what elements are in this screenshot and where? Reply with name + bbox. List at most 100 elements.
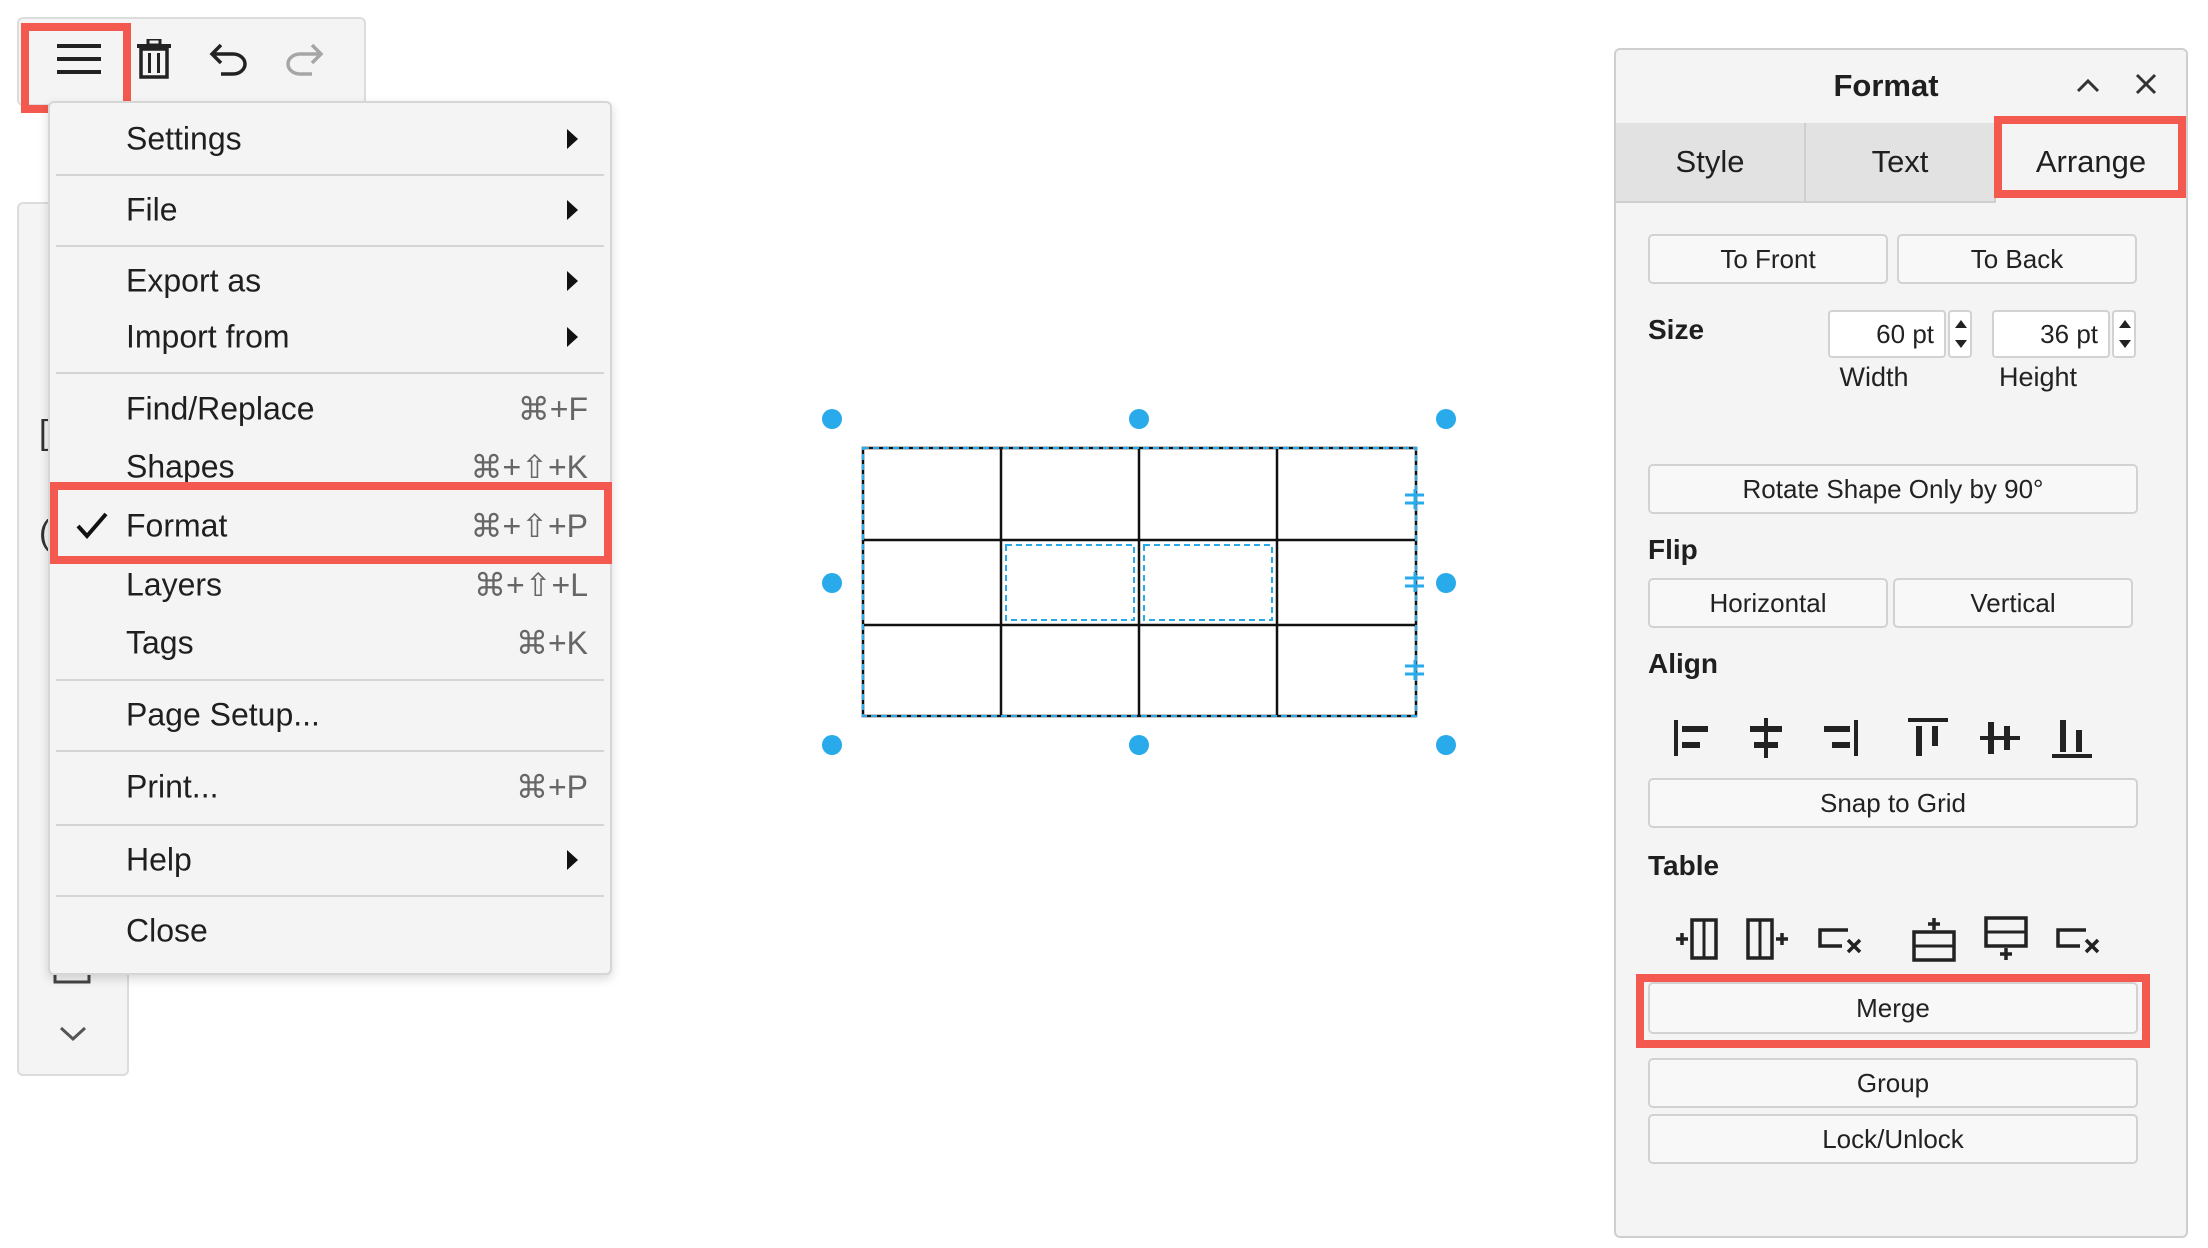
menu-item-shortcut: ⌘+⇧+K (470, 449, 588, 485)
menu-item-file[interactable]: File (50, 182, 610, 238)
redo-icon (286, 43, 324, 76)
undo-icon (209, 43, 247, 76)
chevron-down-icon[interactable] (59, 1024, 87, 1044)
menu-item-tags[interactable]: Tags ⌘+K (50, 615, 610, 671)
format-tabs: Style Text Arrange (1616, 123, 2186, 203)
size-label: Size (1648, 314, 1705, 345)
resize-handle[interactable] (1129, 409, 1149, 429)
button-label: To Front (1720, 243, 1816, 274)
align-right-icon[interactable] (1810, 710, 1866, 766)
align-middle-icon[interactable] (1972, 710, 2028, 766)
tab-arrange[interactable]: Arrange (1996, 123, 2186, 201)
height-label: Height (1998, 362, 2078, 392)
menu-item-label: Format (126, 507, 228, 544)
tab-style[interactable]: Style (1616, 123, 1806, 203)
align-top-icon[interactable] (1900, 710, 1956, 766)
flip-vertical-button[interactable]: Vertical (1893, 578, 2133, 628)
delete-column-icon[interactable] (1812, 912, 1868, 968)
width-label: Width (1839, 362, 1909, 392)
resize-handle[interactable] (1436, 409, 1456, 429)
table-shape[interactable] (860, 445, 1424, 723)
menu-item-shortcut: ⌘+K (515, 625, 588, 661)
submenu-arrow-icon (567, 327, 578, 347)
flip-label: Flip (1648, 534, 1698, 565)
close-icon[interactable] (2134, 72, 2158, 96)
button-label: Snap to Grid (1820, 787, 1966, 818)
resize-handle[interactable] (1436, 573, 1456, 593)
format-panel: Format Style Text Arrange To Front To Ba… (1614, 48, 2188, 1238)
insert-column-after-icon[interactable] (1740, 912, 1796, 968)
menu-item-label: Close (126, 912, 208, 949)
button-label: Lock/Unlock (1822, 1123, 1964, 1154)
delete-button[interactable] (124, 29, 184, 89)
button-label: Group (1856, 1067, 1930, 1098)
menu-item-label: Import from (126, 318, 290, 355)
button-label: Rotate Shape Only by 90° (1742, 473, 2044, 504)
menu-item-print[interactable]: Print... ⌘+P (50, 759, 610, 815)
menu-item-page-setup[interactable]: Page Setup... (50, 687, 610, 743)
menu-item-shapes[interactable]: Shapes ⌘+⇧+K (50, 439, 610, 495)
undo-button[interactable] (199, 29, 259, 89)
chevron-up-icon[interactable] (2076, 78, 2100, 94)
insert-row-before-icon[interactable] (1906, 912, 1962, 968)
resize-handle[interactable] (822, 573, 842, 593)
insert-row-after-icon[interactable] (1978, 912, 2034, 968)
width-input[interactable]: 60 pt (1828, 310, 1946, 358)
menu-item-label: Print... (126, 768, 219, 805)
menu-item-format[interactable]: Format ⌘+⇧+P (50, 498, 610, 554)
menu-item-label: Export as (126, 262, 262, 299)
menu-item-layers[interactable]: Layers ⌘+⇧+L (50, 557, 610, 613)
menu-separator (56, 824, 604, 826)
menu-separator (56, 750, 604, 752)
menu-item-label: Page Setup... (126, 696, 320, 733)
checkmark-icon (76, 512, 108, 540)
button-label: Horizontal (1709, 587, 1827, 618)
snap-to-grid-button[interactable]: Snap to Grid (1648, 778, 2138, 828)
height-stepper[interactable] (2112, 310, 2136, 358)
menu-item-shortcut: ⌘+P (515, 769, 588, 805)
align-center-icon[interactable] (1738, 710, 1794, 766)
button-label: Merge (1856, 992, 1930, 1023)
menu-item-find-replace[interactable]: Find/Replace ⌘+F (50, 381, 610, 437)
tab-text[interactable]: Text (1806, 123, 1996, 203)
merge-button[interactable]: Merge (1648, 982, 2138, 1034)
to-front-button[interactable]: To Front (1648, 234, 1888, 284)
menu-item-export-as[interactable]: Export as (50, 253, 610, 309)
to-back-button[interactable]: To Back (1897, 234, 2137, 284)
lock-unlock-button[interactable]: Lock/Unlock (1648, 1114, 2138, 1164)
delete-row-icon[interactable] (2050, 912, 2106, 968)
menu-item-settings[interactable]: Settings (50, 111, 610, 167)
align-label: Align (1648, 648, 1718, 679)
width-stepper[interactable] (1948, 310, 1972, 358)
resize-handle[interactable] (822, 735, 842, 755)
trash-icon (137, 39, 171, 79)
menu-item-close[interactable]: Close (50, 903, 610, 959)
menu-item-shortcut: ⌘+⇧+P (470, 508, 588, 544)
flip-horizontal-button[interactable]: Horizontal (1648, 578, 1888, 628)
insert-column-before-icon[interactable] (1668, 912, 1724, 968)
rotate-button[interactable]: Rotate Shape Only by 90° (1648, 464, 2138, 514)
menu-item-label: Help (126, 841, 192, 878)
menu-item-help[interactable]: Help (50, 832, 610, 888)
button-label: To Back (1970, 243, 2064, 274)
menu-item-shortcut: ⌘+⇧+L (474, 567, 588, 603)
submenu-arrow-icon (567, 271, 578, 291)
tab-label: Arrange (2035, 144, 2147, 179)
button-label: Vertical (1970, 587, 2056, 618)
submenu-arrow-icon (567, 200, 578, 220)
resize-handle[interactable] (1129, 735, 1149, 755)
toolbar (17, 17, 366, 106)
group-button[interactable]: Group (1648, 1058, 2138, 1108)
menu-item-import-from[interactable]: Import from (50, 309, 610, 365)
resize-handle[interactable] (1436, 735, 1456, 755)
menu-button[interactable] (49, 29, 109, 89)
resize-handle[interactable] (822, 409, 842, 429)
menu-item-label: Layers (126, 566, 223, 603)
align-left-icon[interactable] (1666, 710, 1722, 766)
height-input[interactable]: 36 pt (1992, 310, 2110, 358)
align-bottom-icon[interactable] (2044, 710, 2100, 766)
submenu-arrow-icon (567, 129, 578, 149)
redo-button[interactable] (274, 29, 334, 89)
tab-label: Style (1675, 144, 1745, 179)
menu-separator (56, 895, 604, 897)
